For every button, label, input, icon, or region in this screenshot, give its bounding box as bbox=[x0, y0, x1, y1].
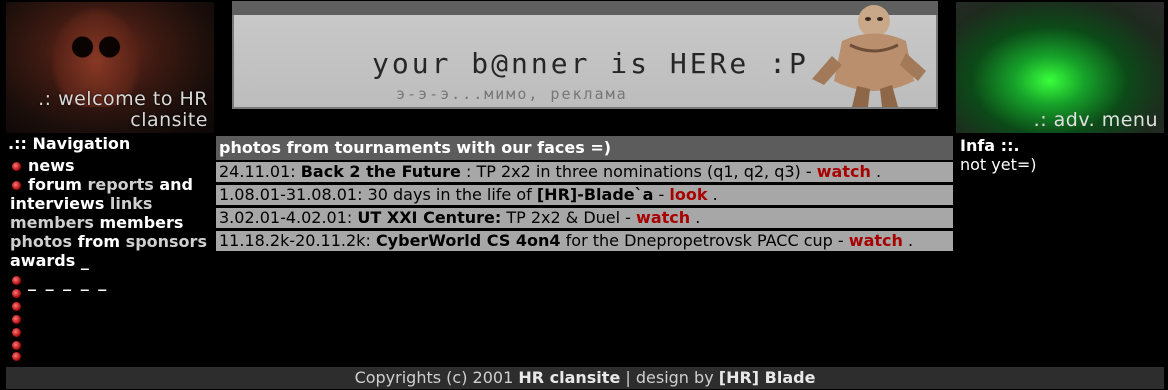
nav-link-links[interactable]: links bbox=[110, 194, 153, 213]
nav-link-underscore[interactable]: _ bbox=[81, 251, 89, 270]
info-title: Infa ::. bbox=[960, 136, 1020, 155]
nav-link-members-1[interactable]: members bbox=[10, 213, 94, 232]
row-end: . bbox=[712, 185, 718, 204]
look-link[interactable]: look bbox=[669, 185, 707, 204]
nav-link-sponsors[interactable]: sponsors bbox=[126, 232, 207, 251]
row-end: . bbox=[695, 208, 701, 227]
watch-link[interactable]: watch bbox=[636, 208, 690, 227]
photos-section: photos from tournaments with our faces =… bbox=[216, 136, 953, 254]
row-desc-pre: 30 days in the life of bbox=[367, 185, 532, 204]
nav-dashes: _ _ _ _ _ bbox=[28, 272, 109, 291]
adv-menu-label: .: adv. menu bbox=[1033, 109, 1158, 131]
bullet-icon bbox=[12, 328, 21, 337]
row-title: UT XXI Centure: bbox=[357, 208, 502, 227]
photo-row: 3.02.01-4.02.01: UT XXI Centure: TP 2x2 … bbox=[216, 208, 953, 228]
photo-row: 24.11.01: Back 2 the Future : TP 2x2 in … bbox=[216, 162, 953, 182]
row-title: [HR]-Blade`a bbox=[536, 185, 654, 204]
footer-copyright: Copyrights (c) 2001 bbox=[354, 368, 514, 387]
row-desc: TP 2x2 & Duel - bbox=[506, 208, 631, 227]
banner-sub-text: э-э-э...мимо, реклама bbox=[396, 85, 628, 103]
bullet-icon bbox=[12, 162, 21, 171]
photos-heading: photos from tournaments with our faces =… bbox=[216, 136, 953, 160]
row-date: 1.08.01-31.08.01: bbox=[219, 185, 363, 204]
info-text: not yet=) bbox=[960, 155, 1037, 174]
nav-link-forum[interactable]: forum bbox=[28, 175, 82, 194]
photo-row: 11.18.2k-20.11.2k: CyberWorld CS 4on4 fo… bbox=[216, 231, 953, 251]
welcome-logo-image: .: welcome to HR clansite bbox=[6, 2, 214, 133]
nav-link-reports[interactable]: reports bbox=[87, 175, 153, 194]
row-end: . bbox=[907, 231, 914, 250]
character-figure-icon bbox=[812, 5, 926, 107]
navigation-menu: news forum reports and interviews links … bbox=[10, 156, 210, 270]
advert-banner[interactable]: your b@nner is HERe :P э-э-э...мимо, рек… bbox=[234, 5, 936, 107]
info-panel: Infa ::. not yet=) bbox=[960, 136, 1160, 174]
watch-link[interactable]: watch bbox=[849, 231, 903, 250]
bullet-icon bbox=[12, 289, 21, 298]
row-date: 24.11.01: bbox=[219, 162, 296, 181]
bullet-icon bbox=[12, 181, 21, 190]
welcome-text: .: welcome to HR clansite bbox=[38, 88, 208, 131]
bullet-icon bbox=[12, 302, 21, 311]
footer-site-name: HR clansite bbox=[518, 368, 621, 387]
bullet-icon bbox=[12, 341, 21, 350]
bullet-icon bbox=[12, 276, 21, 285]
nav-link-awards[interactable]: awards bbox=[10, 251, 75, 270]
watch-link[interactable]: watch bbox=[817, 162, 871, 181]
row-title: Back 2 the Future bbox=[300, 162, 461, 181]
row-date: 11.18.2k-20.11.2k: bbox=[219, 231, 371, 250]
row-desc: - bbox=[658, 185, 665, 204]
nav-link-members-2[interactable]: members bbox=[100, 213, 184, 232]
adv-menu-image[interactable]: .: adv. menu bbox=[956, 2, 1164, 133]
row-end: . bbox=[875, 162, 882, 181]
row-desc: : TP 2x2 in three nominations (q1, q2, q… bbox=[465, 162, 812, 181]
nav-link-photos[interactable]: photos bbox=[10, 232, 72, 251]
bullet-icon bbox=[12, 352, 21, 361]
nav-link-news[interactable]: news bbox=[28, 156, 75, 175]
footer-designer: [HR] Blade bbox=[718, 368, 816, 387]
nav-link-interviews[interactable]: interviews bbox=[10, 194, 104, 213]
nav-link-and[interactable]: and bbox=[159, 175, 193, 194]
footer-design-by: | design by bbox=[625, 368, 714, 387]
row-desc: for the Dnepropetrovsk PACC cup - bbox=[565, 231, 844, 250]
footer: Copyrights (c) 2001 HR clansite | design… bbox=[6, 367, 1164, 389]
row-title: CyberWorld CS 4on4 bbox=[375, 231, 561, 250]
navigation-heading: .:: Navigation bbox=[8, 134, 131, 153]
bullet-icon bbox=[12, 315, 21, 324]
photo-row: 1.08.01-31.08.01: 30 days in the life of… bbox=[216, 185, 953, 205]
nav-link-from[interactable]: from bbox=[78, 232, 121, 251]
row-date: 3.02.01-4.02.01: bbox=[219, 208, 353, 227]
banner-main-text: your b@nner is HERe :P bbox=[372, 47, 809, 80]
